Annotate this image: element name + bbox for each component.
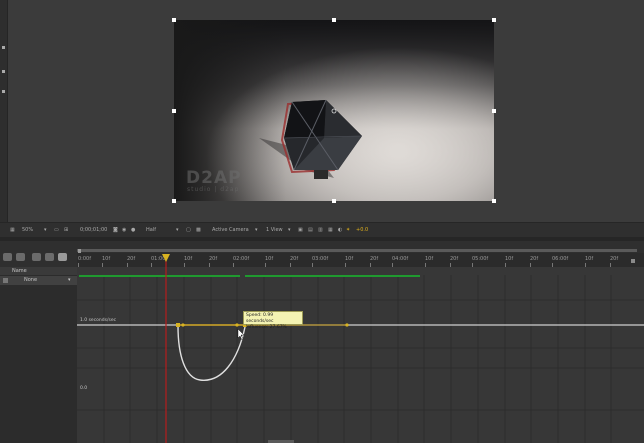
exposure-value[interactable]: +0.0 — [356, 227, 368, 233]
fast-preview-icon[interactable]: ▤ — [308, 227, 313, 233]
chevron-down-icon: ▾ — [44, 227, 47, 233]
ruler-tick-label: 10f — [425, 256, 434, 262]
region-of-interest-icon[interactable]: ▢ — [186, 227, 191, 233]
chevron-down-icon: ▾ — [176, 227, 179, 233]
frame-handle[interactable] — [172, 109, 176, 113]
composition-frame[interactable]: D2AP studio | d2ap — [174, 20, 494, 201]
ruler-tick-label: 20f — [530, 256, 539, 262]
ruler-tick-label: 10f — [345, 256, 354, 262]
ruler-tick-label: 10f — [585, 256, 594, 262]
frame-handle[interactable] — [332, 199, 336, 203]
toggle-pixel-icon[interactable]: ▣ — [298, 227, 303, 233]
time-ruler[interactable]: 0:00f 10f 20f 01:00f 10f 20f 02:00f 10f 20f 03:00… — [77, 253, 644, 267]
ruler-tick-label: 10f — [102, 256, 111, 262]
dock-marker — [2, 90, 5, 93]
panel-left-edge — [0, 0, 8, 222]
show-channel-icon[interactable]: ◉ — [122, 227, 126, 233]
timeline-menu-icon[interactable] — [631, 259, 635, 263]
ruler-tick-label: 03:00f — [312, 256, 329, 262]
ruler-tick-label: 0:00f — [78, 256, 91, 262]
chevron-down-icon: ▾ — [288, 227, 291, 233]
views-dropdown[interactable]: 1 View — [266, 227, 283, 233]
tooltip-speed-text: Speed: 0.99 seconds/sec — [246, 313, 274, 324]
region-icon[interactable]: ▭ — [54, 227, 59, 233]
frame-handle[interactable] — [492, 109, 496, 113]
frame-handle[interactable] — [492, 18, 496, 22]
ruler-tick-label: 04:00f — [392, 256, 409, 262]
snapshot-icon[interactable]: ◙ — [113, 227, 118, 233]
transparency-icon[interactable]: ⊞ — [64, 227, 68, 233]
frame-handle[interactable] — [332, 18, 336, 22]
timecode-display[interactable]: 0;00;01;00 — [80, 227, 107, 233]
chevron-down-icon: ▾ — [68, 277, 71, 283]
graph-editor[interactable] — [77, 267, 644, 443]
ruler-tick-label: 20f — [127, 256, 136, 262]
layer-row[interactable]: None ▾ — [0, 276, 77, 285]
chevron-down-icon: ▾ — [255, 227, 258, 233]
watermark-subtitle: studio | d2ap — [187, 186, 240, 193]
ruler-tick-label: 20f — [209, 256, 218, 262]
tooltip-influence-text: Influence: 27.67% — [246, 325, 287, 330]
comp-mini-flowchart-icon[interactable] — [16, 253, 25, 261]
parent-dropdown[interactable]: None — [24, 277, 37, 283]
resolution-dropdown[interactable]: Half — [146, 227, 156, 233]
graph-top-value-label: 1.0 seconds/sec — [80, 318, 117, 323]
work-area-bar[interactable] — [77, 249, 637, 252]
ruler-tick-label: 20f — [290, 256, 299, 262]
color-channel-icon[interactable]: ● — [131, 227, 135, 233]
draft-3d-icon[interactable] — [32, 253, 41, 261]
ruler-tick-label: 20f — [610, 256, 619, 262]
viewer-toolbar: ▦ 50% ▾ ▭ ⊞ 0;00;01;00 ◙ ◉ ● Half ▾ ▢ ▩ … — [0, 222, 644, 238]
search-icon[interactable] — [3, 253, 12, 261]
flowchart-icon[interactable]: ▦ — [328, 227, 333, 233]
dock-marker — [2, 46, 5, 49]
zoom-dropdown[interactable]: 50% — [22, 227, 33, 233]
watermark-logo: D2AP — [186, 168, 242, 188]
ruler-tick-label: 02:00f — [233, 256, 250, 262]
ruler-tick-label: 20f — [450, 256, 459, 262]
speed-tooltip: Speed: 0.99 seconds/sec Influence: 27.67… — [243, 311, 303, 330]
ruler-tick-label: 01:00f — [151, 256, 168, 262]
layer-panel — [0, 267, 78, 443]
exposure-icon[interactable]: ✶ — [346, 227, 350, 233]
ruler-tick-label: 05:00f — [472, 256, 489, 262]
graph-editor-icon[interactable] — [58, 253, 67, 261]
frame-handle[interactable] — [492, 199, 496, 203]
layer-header-label: Name — [12, 268, 27, 274]
alpha-grid-icon[interactable]: ▩ — [196, 227, 201, 233]
dock-marker — [2, 70, 5, 73]
ruler-tick-label: 10f — [505, 256, 514, 262]
layer-column-header: Name — [0, 267, 77, 275]
frame-handle[interactable] — [172, 199, 176, 203]
grid-icon[interactable]: ▦ — [10, 227, 15, 233]
layer-visibility-icon[interactable] — [3, 278, 8, 283]
ruler-tick-label: 20f — [370, 256, 379, 262]
shy-layers-icon[interactable] — [45, 253, 54, 261]
ruler-tick-label: 06:00f — [552, 256, 569, 262]
ruler-tick-label: 10f — [184, 256, 193, 262]
frame-handle[interactable] — [172, 18, 176, 22]
timeline-icon[interactable]: ▥ — [318, 227, 323, 233]
ruler-tick-label: 10f — [265, 256, 274, 262]
graph-bottom-value-label: 0.0 — [80, 386, 88, 391]
view-dropdown[interactable]: Active Camera — [212, 227, 249, 233]
reset-exposure-icon[interactable]: ◐ — [338, 227, 342, 233]
